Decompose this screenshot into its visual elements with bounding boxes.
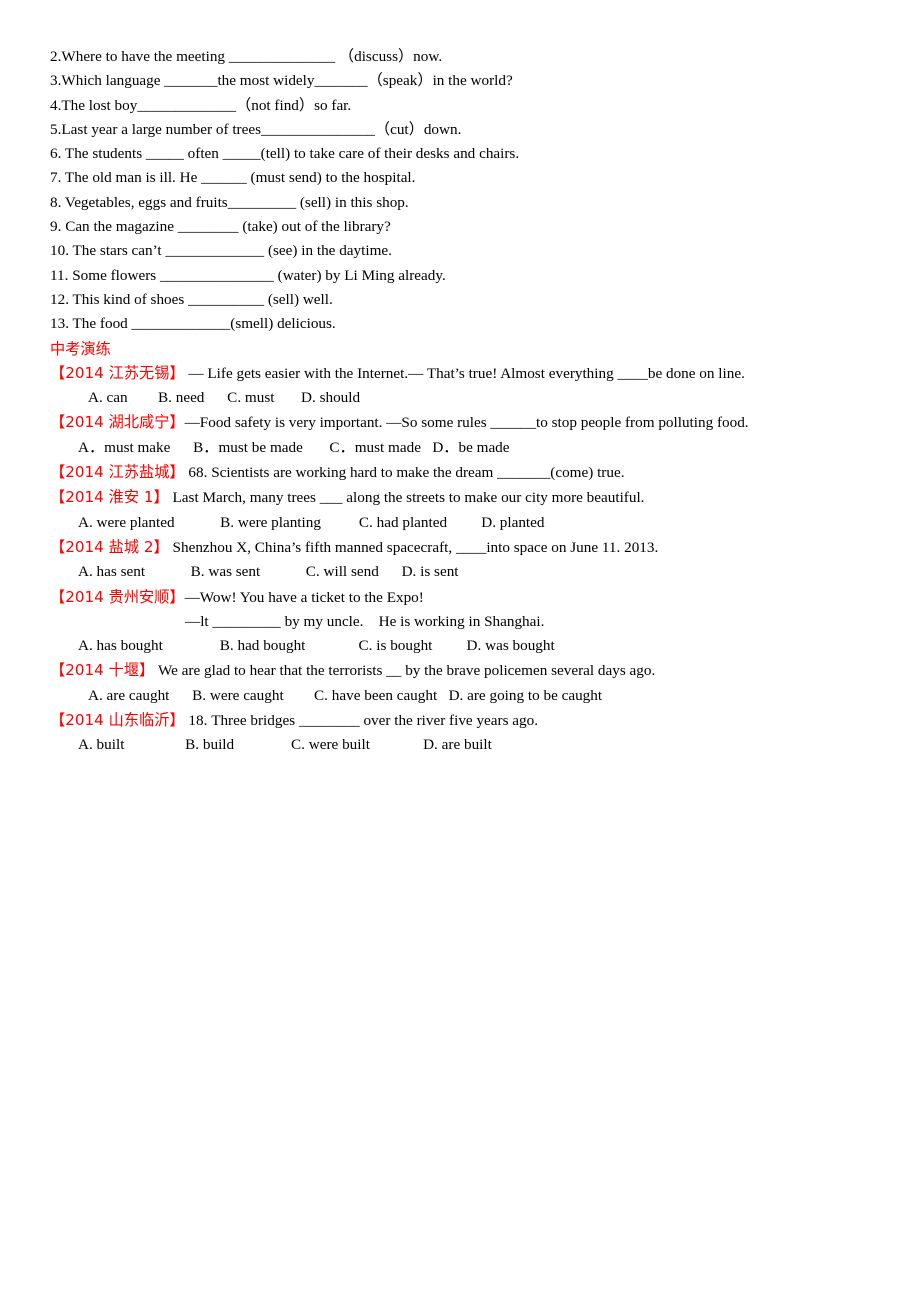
exam-item-7-options: A. are caught B. were caught C. have bee… xyxy=(88,686,603,704)
exam-item-6-stem: 【2014 贵州安顺】—Wow! You have a ticket to th… xyxy=(50,585,900,610)
exam-item-5-text: Shenzhou X, China’s fifth manned spacecr… xyxy=(168,538,659,556)
exam-item-6-text: —Wow! You have a ticket to the Expo! xyxy=(184,588,424,606)
exam-item-4-tag: 【2014 淮安 1】 xyxy=(50,488,169,507)
exam-item-5-options: A. has sent B. was sent C. will send D. … xyxy=(78,563,459,581)
fill-in-question-9: 9. Can the magazine ________ (take) out … xyxy=(50,218,391,236)
exam-item-6-tag: 【2014 贵州安顺】 xyxy=(50,587,185,606)
exam-item-2-text: —Food safety is very important. —So some… xyxy=(184,414,749,432)
fill-in-question-5: 5.Last year a large number of trees_____… xyxy=(50,120,462,138)
exam-item-4-text: Last March, many trees ___ along the str… xyxy=(168,489,645,507)
worksheet-content: 2.Where to have the meeting ____________… xyxy=(50,45,900,758)
exam-item-7-stem: 【2014 十堰】 We are glad to hear that the t… xyxy=(50,658,900,683)
exam-item-8-options: A. built B. build C. were built D. are b… xyxy=(78,736,492,754)
exam-section-heading: 中考演练 xyxy=(50,339,111,358)
exam-item-3-stem: 【2014 江苏盐城】 68. Scientists are working h… xyxy=(50,460,900,485)
exam-item-6-options: A. has bought B. had bought C. is bought… xyxy=(78,637,555,655)
exam-item-8-tag: 【2014 山东临沂】 xyxy=(50,711,185,730)
exam-item-8-stem: 【2014 山东临沂】 18. Three bridges ________ o… xyxy=(50,708,900,733)
exam-item-2-stem: 【2014 湖北咸宁】—Food safety is very importan… xyxy=(50,410,900,435)
fill-in-question-10: 10. The stars can’t _____________ (see) … xyxy=(50,242,392,260)
exam-item-5-stem: 【2014 盐城 2】 Shenzhou X, China’s fifth ma… xyxy=(50,535,900,560)
exam-item-8-text: 18. Three bridges ________ over the rive… xyxy=(184,712,539,730)
fill-in-question-13: 13. The food _____________(smell) delici… xyxy=(50,315,336,333)
worksheet-page: 2.Where to have the meeting ____________… xyxy=(0,0,920,1302)
exam-item-4-options: A. were planted B. were planting C. had … xyxy=(78,513,545,531)
exam-item-4-stem: 【2014 淮安 1】 Last March, many trees ___ a… xyxy=(50,485,900,510)
exam-item-7-tag: 【2014 十堰】 xyxy=(50,661,155,680)
fill-in-question-2: 2.Where to have the meeting ____________… xyxy=(50,48,443,65)
exam-item-6-stem-line2: —lt _________ by my uncle. He is working… xyxy=(185,612,545,630)
exam-item-1-options: A. can B. need C. must D. should xyxy=(88,389,361,407)
exam-item-7-text: We are glad to hear that the terrorists … xyxy=(154,662,656,680)
fill-in-question-3: 3.Which language _______the most widely_… xyxy=(50,72,513,90)
fill-in-question-6: 6. The students _____ often _____(tell) … xyxy=(50,145,520,163)
fill-in-question-7: 7. The old man is ill. He ______ (must s… xyxy=(50,169,416,187)
exam-item-3-tag: 【2014 江苏盐城】 xyxy=(50,463,185,482)
exam-item-5-tag: 【2014 盐城 2】 xyxy=(50,537,169,556)
exam-item-1-tag: 【2014 江苏无锡】 xyxy=(50,363,185,382)
exam-item-1-stem: 【2014 江苏无锡】 — Life gets easier with the … xyxy=(50,361,900,386)
exam-item-1-text: — Life gets easier with the Internet.— T… xyxy=(184,364,745,382)
exam-item-2-tag: 【2014 湖北咸宁】 xyxy=(50,413,185,432)
fill-in-question-12: 12. This kind of shoes __________ (sell)… xyxy=(50,290,333,308)
fill-in-question-4: 4.The lost boy_____________（not find）so … xyxy=(50,96,352,114)
fill-in-question-8: 8. Vegetables, eggs and fruits_________ … xyxy=(50,193,409,211)
fill-in-question-11: 11. Some flowers _______________ (water)… xyxy=(50,266,446,284)
exam-item-2-options: A．must make B．must be made C．must made D… xyxy=(78,438,510,456)
exam-item-3-text: 68. Scientists are working hard to make … xyxy=(184,464,625,482)
